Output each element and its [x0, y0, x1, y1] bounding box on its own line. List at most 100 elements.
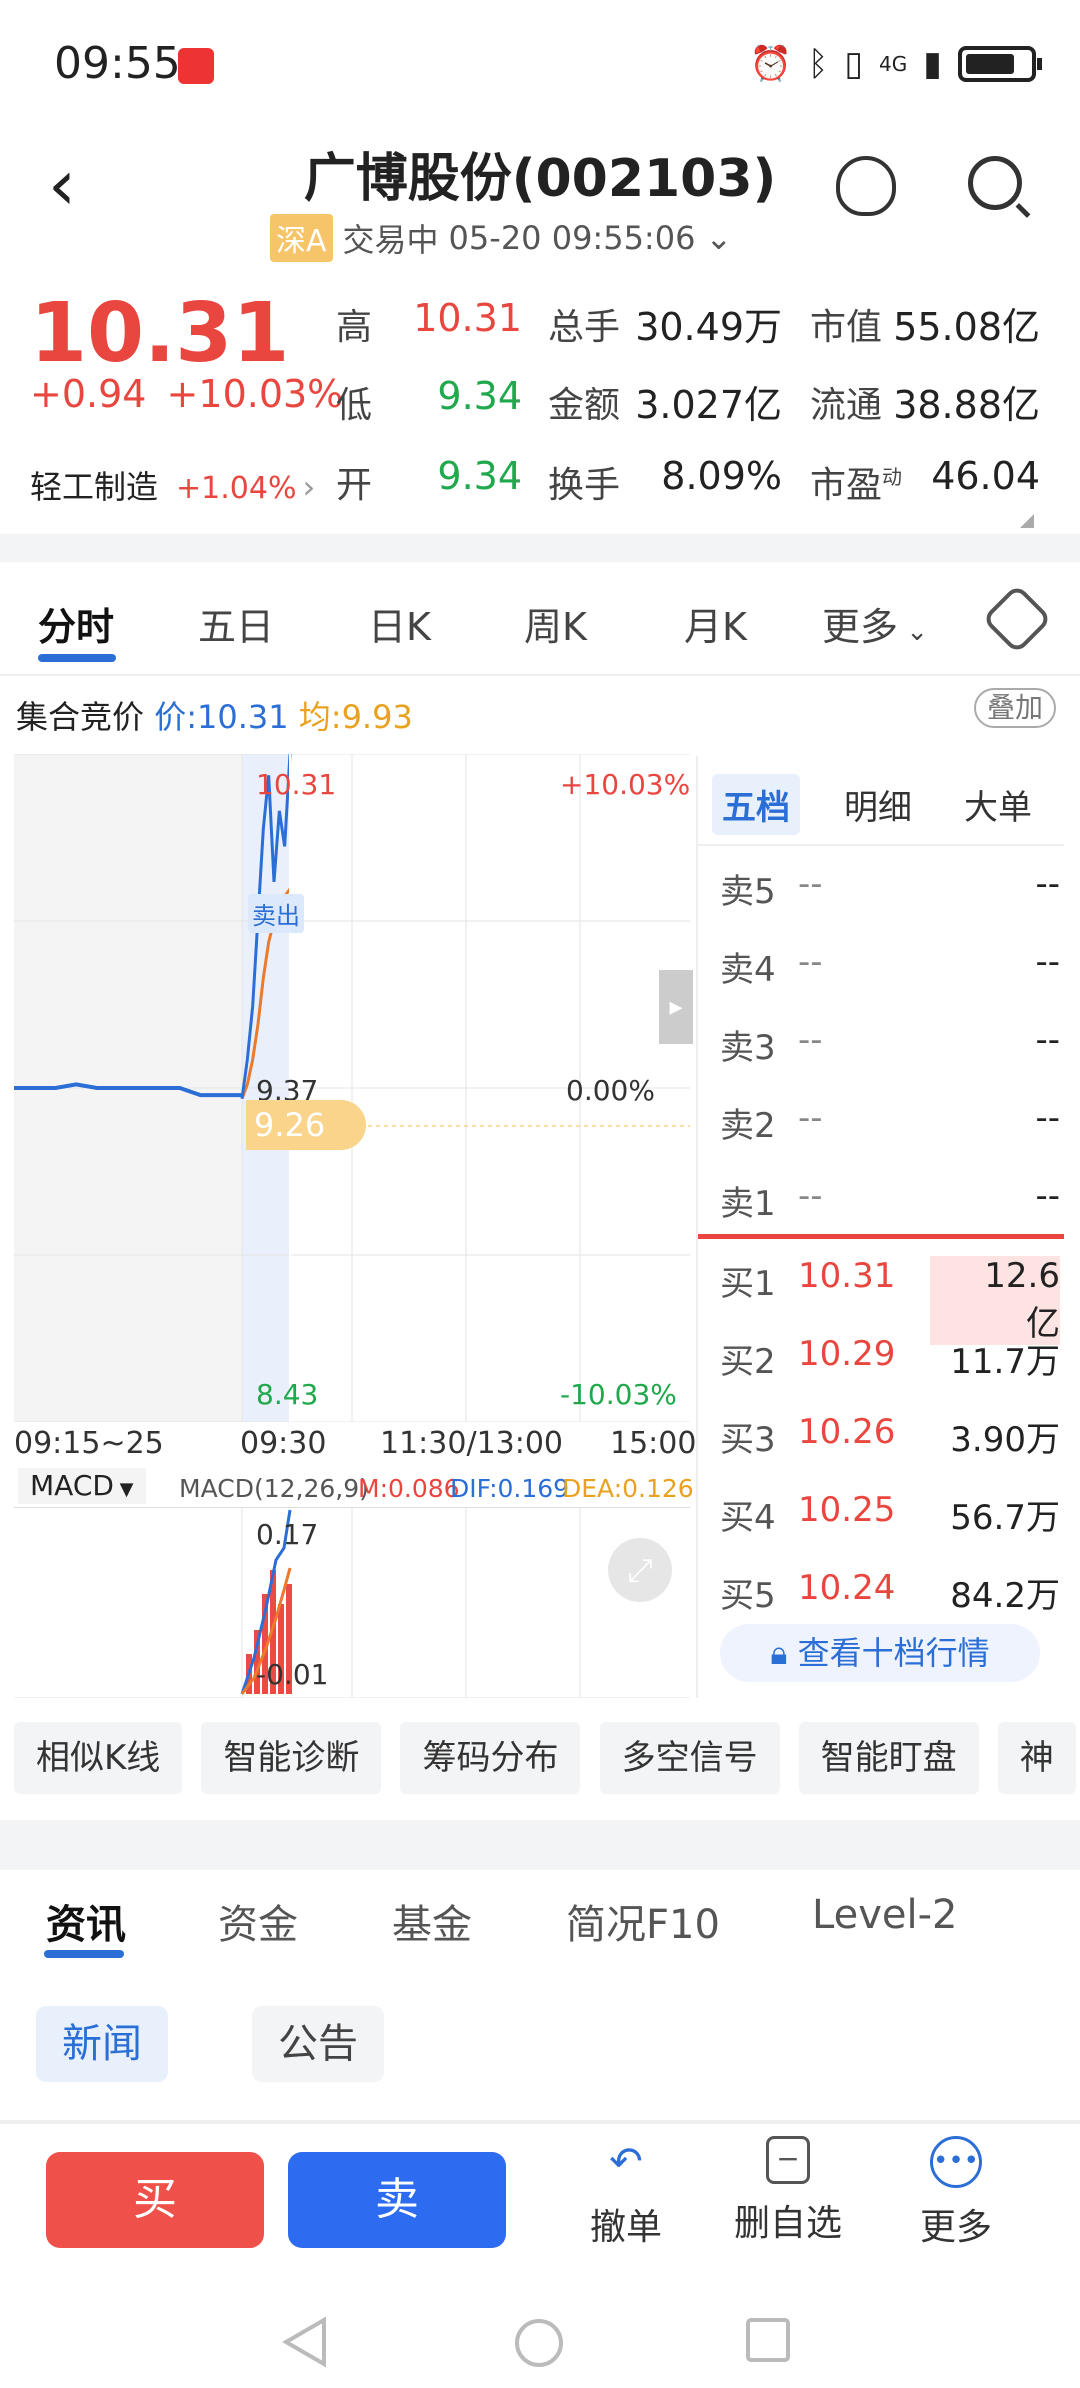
macd-header: MACD ▼ MACD(12,26,9) M:0.086 DIF:0.169 D… — [14, 1464, 694, 1508]
ask-label: 卖3 — [720, 1028, 776, 1068]
high-label: 高 — [336, 307, 373, 348]
auction-label: 集合竞价 — [16, 698, 145, 736]
tab-f10[interactable]: 简况F10 — [566, 1892, 720, 1950]
chip-similar-k[interactable]: 相似K线 — [14, 1722, 183, 1794]
auction-avg-label: 均: — [298, 698, 342, 736]
trading-state: 交易中 — [342, 221, 439, 259]
chart-bottom-pct: -10.03% — [560, 1378, 677, 1411]
settings-icon[interactable] — [981, 583, 1053, 655]
tab-5day[interactable]: 五日 — [198, 596, 274, 651]
x-tick: 15:00 — [610, 1426, 697, 1461]
fullscreen-icon[interactable]: ⤢ — [608, 1538, 672, 1602]
book-tab-5level[interactable]: 五档 — [712, 774, 800, 835]
tab-level2[interactable]: Level-2 — [812, 1892, 957, 1938]
remove-favorite-icon: − — [766, 2136, 810, 2184]
open-value: 9.34 — [437, 454, 522, 498]
bid-label: 买5 — [720, 1576, 776, 1616]
chart-bottom-price: 8.43 — [256, 1378, 319, 1411]
clock: 09:55 — [54, 38, 181, 89]
float-cap-value: 38.88亿 — [893, 383, 1040, 427]
tab-intraday[interactable]: 分时 — [38, 596, 114, 651]
bid-row: 买2 10.29 11.7万 — [720, 1334, 1060, 1394]
book-tab-bigorder[interactable]: 大单 — [964, 780, 1032, 829]
divider — [0, 534, 1080, 562]
assistant-robot-icon[interactable] — [836, 156, 896, 216]
bid-volume: 11.7万 — [950, 1342, 1060, 1382]
remove-favorite-button[interactable]: − 删自选 — [728, 2136, 848, 2246]
tab-news[interactable]: 资讯 — [46, 1892, 126, 1950]
chip-smart-diagnosis[interactable]: 智能诊断 — [201, 1722, 382, 1794]
auction-info: 集合竞价 价:10.31 均:9.93 — [16, 692, 413, 738]
bid-label: 买2 — [720, 1342, 776, 1382]
sell-marker[interactable]: 卖出 — [248, 894, 304, 933]
cancel-order-label: 撤单 — [589, 2207, 662, 2248]
remove-favorite-label: 删自选 — [733, 2203, 842, 2244]
ask-price: -- — [798, 1020, 823, 1060]
low-label: 低 — [336, 385, 373, 426]
indicator-select[interactable]: MACD ▼ — [18, 1468, 146, 1504]
nav-recents-icon[interactable] — [744, 2316, 794, 2366]
cancel-order-button[interactable]: ↶ 撤单 — [566, 2136, 686, 2250]
ask-row: 卖5 -- -- — [720, 864, 1060, 924]
industry-link[interactable]: 轻工制造 +1.04% › — [30, 462, 315, 508]
ask-row: 卖4 -- -- — [720, 942, 1060, 1002]
sell-button[interactable]: 卖 — [288, 2152, 506, 2248]
tab-more-label: 更多 — [822, 605, 899, 649]
chip-long-short-signal[interactable]: 多空信号 — [599, 1722, 780, 1794]
volume-label: 总手 — [548, 307, 621, 348]
tab-more[interactable]: 更多 ⌄ — [822, 596, 928, 651]
bid-ask-divider — [698, 1234, 1064, 1239]
ask-price: -- — [798, 1176, 823, 1216]
order-book: 五档 明细 大单 卖5 -- -- 卖4 -- -- 卖3 -- -- 卖2 -- -- 卖1-… — [696, 756, 1064, 1698]
subtab-news[interactable]: 新闻 — [36, 2006, 168, 2082]
bid-price: 10.26 — [798, 1412, 896, 1452]
turnover-label: 换手 — [548, 465, 621, 506]
x-tick: 11:30/13:00 — [380, 1426, 564, 1461]
turnover-value: 8.09% — [661, 454, 782, 498]
chevron-down-icon[interactable]: ⌄ — [705, 219, 732, 257]
price-change: +0.94 +10.03% — [30, 372, 343, 416]
nav-home-icon[interactable] — [512, 2316, 566, 2370]
tab-monthly-k[interactable]: 月K — [684, 596, 747, 651]
ask-price: -- — [798, 942, 823, 982]
bid-row: 买1 10.31 12.6亿 — [720, 1256, 1060, 1345]
chip-chip-distribution[interactable]: 筹码分布 — [400, 1722, 581, 1794]
bid-volume: 3.90万 — [950, 1420, 1060, 1460]
intraday-chart[interactable]: 10.31 +10.03% 9.37 0.00% 8.43 -10.03% 9.… — [14, 753, 693, 1423]
bid-row: 买5 10.24 84.2万 — [720, 1568, 1060, 1628]
tab-weekly-k[interactable]: 周K — [524, 596, 587, 651]
chart-top-pct: +10.03% — [560, 768, 691, 801]
chart-tabs: 分时 五日 日K 周K 月K 更多 ⌄ — [0, 566, 1080, 676]
macd-bottom-value: -0.01 — [256, 1658, 329, 1691]
buy-button[interactable]: 买 — [46, 2152, 264, 2248]
chip-smart-watch[interactable]: 智能盯盘 — [798, 1722, 979, 1794]
search-icon[interactable] — [968, 156, 1022, 210]
nav-back-icon[interactable] — [280, 2316, 330, 2368]
book-tab-detail[interactable]: 明细 — [844, 780, 912, 829]
expand-orderbook-icon[interactable]: ▸ — [659, 970, 693, 1044]
tab-indicator — [38, 654, 116, 662]
page-title: 广博股份(002103) — [303, 149, 777, 209]
expand-corner-icon[interactable] — [1020, 514, 1034, 528]
x-tick: 09:30 — [240, 1426, 327, 1461]
ask-row: 卖3 -- -- — [720, 1020, 1060, 1080]
ask-label: 卖5 — [720, 872, 776, 912]
open-label: 开 — [336, 465, 373, 506]
ask-price: -- — [798, 864, 823, 904]
tab-fund[interactable]: 基金 — [392, 1892, 472, 1950]
undo-icon: ↶ — [609, 2139, 643, 2185]
overlay-button[interactable]: 叠加 — [974, 688, 1056, 728]
subtab-announcement[interactable]: 公告 — [252, 2006, 384, 2082]
amount-label: 金额 — [548, 385, 621, 426]
tab-daily-k[interactable]: 日K — [368, 596, 431, 651]
macd-chart[interactable]: 0.17 -0.01 ⤢ — [14, 1508, 690, 1699]
tab-funds[interactable]: 资金 — [218, 1892, 298, 1950]
more-button[interactable]: ••• 更多 — [896, 2136, 1016, 2250]
network-label: 4G — [879, 52, 908, 76]
chip-more[interactable]: 神 — [997, 1722, 1076, 1794]
ask-volume: -- — [1035, 1020, 1060, 1060]
ten-level-label: 查看十档行情 — [797, 1634, 990, 1672]
ten-level-button[interactable]: 🔒︎ 查看十档行情 — [720, 1624, 1040, 1682]
bid-price: 10.24 — [798, 1568, 896, 1608]
tool-chips: 相似K线 智能诊断 筹码分布 多空信号 智能盯盘 神 — [14, 1722, 1080, 1802]
